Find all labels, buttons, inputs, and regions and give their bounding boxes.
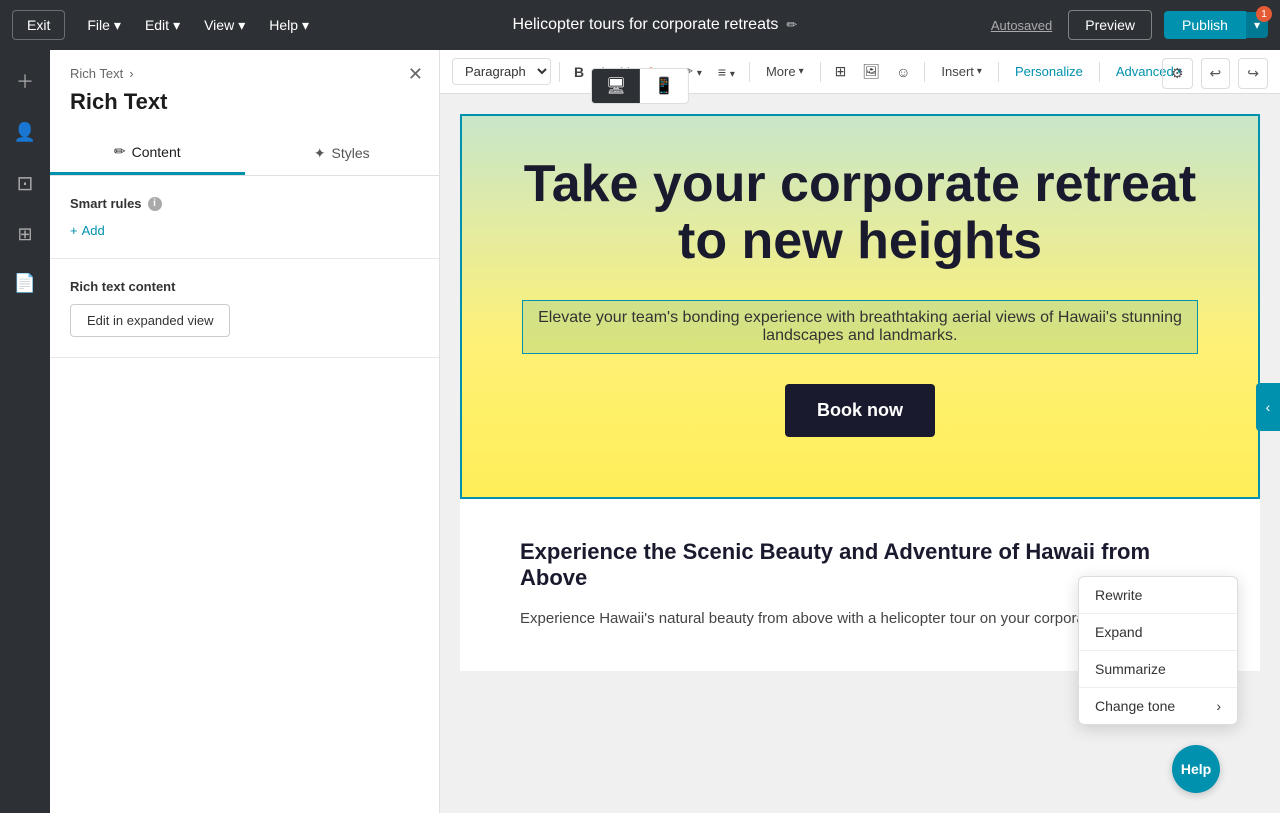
undo-button[interactable]: ↩ (1201, 58, 1231, 89)
layers-icon[interactable]: ⊡ (11, 165, 40, 202)
panel-tabs: ✏ Content ✦ Styles (50, 131, 439, 176)
divider6 (1099, 62, 1100, 82)
divider1 (559, 62, 560, 82)
publish-group: Publish ▾ 1 (1164, 11, 1268, 39)
top-nav: Exit File ▾ Edit ▾ View ▾ Help ▾ Helicop… (0, 0, 1280, 50)
table-icon-button[interactable]: ⊞ (829, 59, 853, 84)
left-sidebar: ＋ 👤 ⊡ ⊞ 📄 (0, 50, 50, 813)
divider5 (998, 62, 999, 82)
view-menu[interactable]: View ▾ (194, 11, 255, 40)
desktop-view-button[interactable]: 🖥 (592, 69, 640, 103)
side-arrow-button[interactable]: ‹ (1256, 383, 1280, 431)
bold-button[interactable]: B (568, 60, 590, 84)
smart-rules-label: Smart rules i (70, 196, 419, 211)
rich-text-panel: Rich Text › ✕ Rich Text ✏ Content ✦ Styl… (50, 50, 440, 813)
exit-button[interactable]: Exit (12, 10, 65, 40)
autosaved-label[interactable]: Autosaved (991, 18, 1052, 33)
breadcrumb: Rich Text › ✕ (50, 50, 439, 89)
edit-title-icon[interactable]: ✏ (786, 17, 797, 33)
help-button[interactable]: Help (1172, 745, 1220, 793)
summarize-option[interactable]: Summarize (1079, 651, 1237, 687)
user-icon[interactable]: 👤 (8, 116, 42, 149)
panel-close-button[interactable]: ✕ (408, 64, 423, 85)
paragraph-select[interactable]: Paragraph (452, 58, 551, 85)
smart-rules-section: Smart rules i + Add (50, 176, 439, 259)
mobile-icon: 📱 (654, 78, 674, 95)
hero-title: Take your corporate retreat to new heigh… (522, 156, 1198, 270)
change-tone-option[interactable]: Change tone › (1079, 688, 1237, 724)
pen-icon: ✏ (114, 143, 126, 160)
divider3 (820, 62, 821, 82)
edit-menu[interactable]: Edit ▾ (135, 11, 190, 40)
divider2 (749, 62, 750, 82)
help-menu[interactable]: Help ▾ (259, 11, 319, 40)
styles-icon: ✦ (314, 145, 326, 162)
toolbar-right: ⚙ ↩ ↪ (1162, 58, 1268, 89)
edit-expanded-button[interactable]: Edit in expanded view (70, 304, 230, 337)
mobile-view-button[interactable]: 📱 (640, 69, 688, 103)
hero-section[interactable]: Take your corporate retreat to new heigh… (460, 114, 1260, 499)
smart-rules-info-icon[interactable]: i (148, 197, 162, 211)
expand-option[interactable]: Expand (1079, 614, 1237, 650)
preview-button[interactable]: Preview (1068, 10, 1152, 40)
rich-text-content-section: Rich text content Edit in expanded view (50, 259, 439, 358)
chevron-right-icon: › (1216, 698, 1221, 714)
align-button[interactable]: ≡ ▾ (712, 60, 741, 84)
grid-icon[interactable]: ⊞ (11, 218, 38, 251)
notification-badge: 1 (1256, 6, 1272, 22)
publish-button[interactable]: Publish (1164, 11, 1246, 39)
rich-text-content-label: Rich text content (70, 279, 419, 294)
formatting-toolbar: Paragraph B I U A ▾ ✏ ▾ ≡ ▾ More ▾ ⊞ 🖼 ☺… (440, 50, 1280, 94)
emoji-icon-button[interactable]: ☺ (890, 60, 916, 84)
context-menu: Rewrite Expand Summarize Change tone › (1078, 576, 1238, 725)
book-now-button[interactable]: Book now (785, 384, 935, 437)
image-icon-button[interactable]: 🖼 (856, 59, 886, 84)
personalize-button[interactable]: Personalize (1007, 60, 1091, 83)
redo-button[interactable]: ↪ (1238, 58, 1268, 89)
hero-subtitle: Elevate your team's bonding experience w… (522, 300, 1198, 354)
add-rule-link[interactable]: + Add (70, 223, 419, 238)
panel-title: Rich Text (50, 89, 439, 131)
tab-content[interactable]: ✏ Content (50, 131, 245, 175)
divider4 (924, 62, 925, 82)
add-icon[interactable]: ＋ (10, 62, 40, 100)
document-icon[interactable]: 📄 (8, 267, 42, 300)
publish-arrow-button[interactable]: ▾ 1 (1246, 12, 1268, 38)
chevron-left-icon: ‹ (1266, 399, 1271, 415)
insert-button[interactable]: Insert ▾ (933, 60, 990, 83)
page-title: Helicopter tours for corporate retreats (513, 16, 779, 34)
file-menu[interactable]: File ▾ (77, 11, 131, 40)
more-button[interactable]: More ▾ (758, 60, 812, 83)
rewrite-option[interactable]: Rewrite (1079, 577, 1237, 613)
settings-icon-button[interactable]: ⚙ (1162, 58, 1193, 89)
tab-styles[interactable]: ✦ Styles (245, 131, 440, 175)
desktop-icon: 🖥 (606, 78, 626, 95)
device-toggle: 🖥 📱 (591, 68, 689, 104)
editor-area: Paragraph B I U A ▾ ✏ ▾ ≡ ▾ More ▾ ⊞ 🖼 ☺… (440, 50, 1280, 813)
canvas: Take your corporate retreat to new heigh… (460, 114, 1260, 671)
page-title-area: Helicopter tours for corporate retreats … (323, 16, 987, 34)
